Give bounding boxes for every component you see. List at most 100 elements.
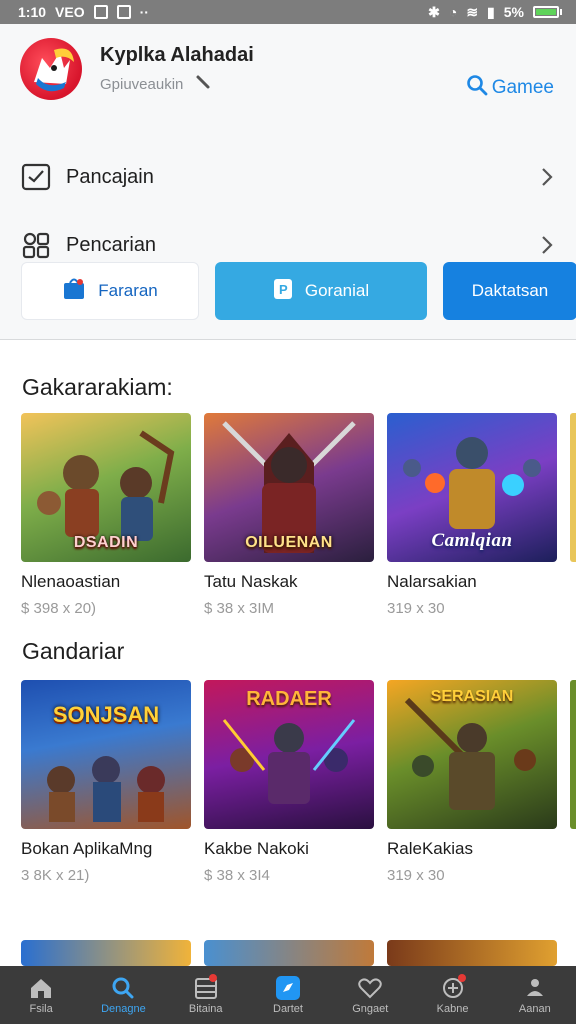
- bottom-tab-bar: Fsila Denagne Bitaina Dartet Gngaet Kabn…: [0, 966, 576, 1024]
- svg-text:P: P: [279, 282, 288, 297]
- status-time: 1:10: [18, 4, 47, 20]
- game-card[interactable]: SERASIAN RaleKakias 319 x 30: [387, 680, 557, 884]
- game-name: Bokan AplikaMng: [21, 839, 153, 858]
- chevron-right-icon: [540, 167, 554, 187]
- menu-item-pancajain[interactable]: Pancajain: [20, 159, 554, 195]
- game-art-title: SONJSAN: [52, 702, 160, 727]
- game-thumbnail[interactable]: OILUENAN: [204, 413, 374, 562]
- edit-icon[interactable]: [195, 74, 211, 94]
- section-title: Gakararakiam:: [22, 374, 173, 400]
- top-panel: Kyplka Alahadai Gpiuveaukin Gamee Pancaj…: [0, 24, 576, 340]
- profile-block[interactable]: Kyplka Alahadai Gpiuveaukin: [20, 38, 254, 100]
- game-price: 319 x 30: [387, 600, 445, 617]
- tab-label: Bitaina: [188, 1002, 223, 1015]
- search-icon: [466, 74, 488, 102]
- game-name: RaleKakias: [387, 839, 473, 858]
- game-thumbnail[interactable]: [21, 940, 191, 966]
- person-icon: [526, 978, 543, 996]
- menu-item-pencarian[interactable]: Pencarian: [20, 227, 554, 263]
- game-row-partial: [21, 940, 557, 966]
- tab-home[interactable]: Fsila: [0, 966, 82, 1024]
- tab-label: Kabne: [436, 1002, 469, 1015]
- game-search-link[interactable]: Gamee: [466, 74, 554, 102]
- game-price: 3 8K x 21): [21, 867, 90, 884]
- fararan-button[interactable]: Fararan: [21, 262, 199, 320]
- game-card[interactable]: DSADIN Nlenaoastian $ 398 x 20): [21, 413, 191, 617]
- tab-compass[interactable]: Dartet: [247, 966, 329, 1024]
- game-thumbnail[interactable]: [387, 940, 557, 966]
- game-card[interactable]: OILUENAN Tatu Naskak $ 38 x 3IM: [204, 413, 374, 617]
- badge-icon: P: [273, 278, 293, 305]
- game-card-peek[interactable]: [570, 680, 576, 829]
- game-thumbnail[interactable]: Camlqian: [387, 413, 557, 562]
- check-icon: [116, 5, 131, 19]
- section-title: Gandariar: [22, 638, 125, 664]
- profile-name: Kyplka Alahadai: [100, 44, 254, 66]
- notification-badge: [457, 974, 466, 982]
- game-art-title: SERASIAN: [430, 688, 514, 705]
- game-price: 319 x 30: [387, 867, 445, 884]
- game-name: Nalarsakian: [387, 572, 477, 591]
- game-name: Tatu Naskak: [204, 572, 298, 591]
- checkbox-icon: [20, 161, 52, 193]
- tab-favorites[interactable]: Gngaet: [329, 966, 411, 1024]
- alarm-icon: ◔: [448, 4, 458, 20]
- game-price: $ 38 x 3I4: [204, 867, 270, 884]
- fararan-label: Fararan: [98, 281, 158, 300]
- game-name: Kakbe Nakoki: [204, 839, 309, 858]
- game-card[interactable]: SONJSAN Bokan AplikaMng 3 8K x 21): [21, 680, 191, 884]
- goranial-button[interactable]: P Goranial: [215, 262, 427, 320]
- game-thumbnail[interactable]: RADAER: [204, 680, 374, 829]
- game-thumbnail[interactable]: [204, 940, 374, 966]
- game-card[interactable]: Camlqian Nalarsakian 319 x 30: [387, 413, 557, 617]
- tab-label: Denagne: [101, 1002, 146, 1015]
- daktatsan-label: Daktatsan: [471, 281, 549, 300]
- daktatsan-button[interactable]: Daktatsan: [443, 262, 576, 320]
- game-card-peek[interactable]: [570, 413, 576, 562]
- battery-icon: [533, 6, 562, 18]
- game-name: Nlenaoastian: [21, 572, 121, 591]
- notification-badge: [208, 974, 217, 982]
- more-dots-icon: ··: [139, 4, 149, 20]
- game-thumbnail[interactable]: SERASIAN: [387, 680, 557, 829]
- chevron-right-icon: [540, 235, 554, 255]
- tab-label: Aanan: [518, 1002, 551, 1015]
- home-icon: [31, 978, 52, 998]
- game-thumbnail[interactable]: SONJSAN: [21, 680, 191, 829]
- status-bar: 1:10 VEO ·· ✱ ◔ ≋ ▮ 5%: [0, 0, 576, 24]
- game-search-label: Gamee: [491, 77, 554, 98]
- tab-search[interactable]: Denagne: [82, 966, 164, 1024]
- menu-item-label: Pancajain: [66, 165, 154, 188]
- game-art-title: DSADIN: [73, 534, 139, 551]
- heart-icon: [358, 977, 383, 998]
- game-art-title: RADAER: [246, 688, 332, 710]
- battery-percent: 5%: [503, 4, 524, 20]
- tab-grid[interactable]: Bitaina: [165, 966, 247, 1024]
- game-thumbnail[interactable]: DSADIN: [21, 413, 191, 562]
- game-price: $ 38 x 3IM: [204, 600, 275, 617]
- game-price: $ 398 x 20): [21, 600, 97, 617]
- tab-add[interactable]: Kabne: [411, 966, 493, 1024]
- game-row: SONJSAN Bokan AplikaMng 3 8K x 21) RADAE…: [21, 680, 557, 884]
- avatar[interactable]: [20, 38, 82, 100]
- game-art-title: OILUENAN: [245, 534, 333, 551]
- signal-icon: ▮: [487, 3, 495, 20]
- menu-item-label: Pencarian: [66, 233, 157, 256]
- game-card[interactable]: RADAER Kakbe Nakoki $ 38 x 3I4: [204, 680, 374, 884]
- compass-icon: [275, 975, 300, 1000]
- game-row: DSADIN Nlenaoastian $ 398 x 20) OILUENAN…: [21, 413, 557, 617]
- status-carrier: VEO: [55, 4, 85, 20]
- goranial-label: Goranial: [304, 281, 370, 300]
- notification-icon: [93, 5, 108, 19]
- store-icon: [62, 277, 86, 306]
- tab-label: Fsila: [29, 1002, 53, 1015]
- shapes-icon: [20, 229, 52, 261]
- bluetooth-icon: ✱: [428, 3, 440, 20]
- tab-profile[interactable]: Aanan: [494, 966, 576, 1024]
- action-buttons: Fararan P Goranial Daktatsan: [21, 262, 576, 320]
- profile-subtitle: Gpiuveaukin: [100, 75, 184, 93]
- tab-label: Dartet: [273, 1002, 303, 1015]
- tab-label: Gngaet: [352, 1002, 389, 1015]
- wifi-icon: ≋: [466, 3, 479, 20]
- search-icon: [112, 977, 134, 998]
